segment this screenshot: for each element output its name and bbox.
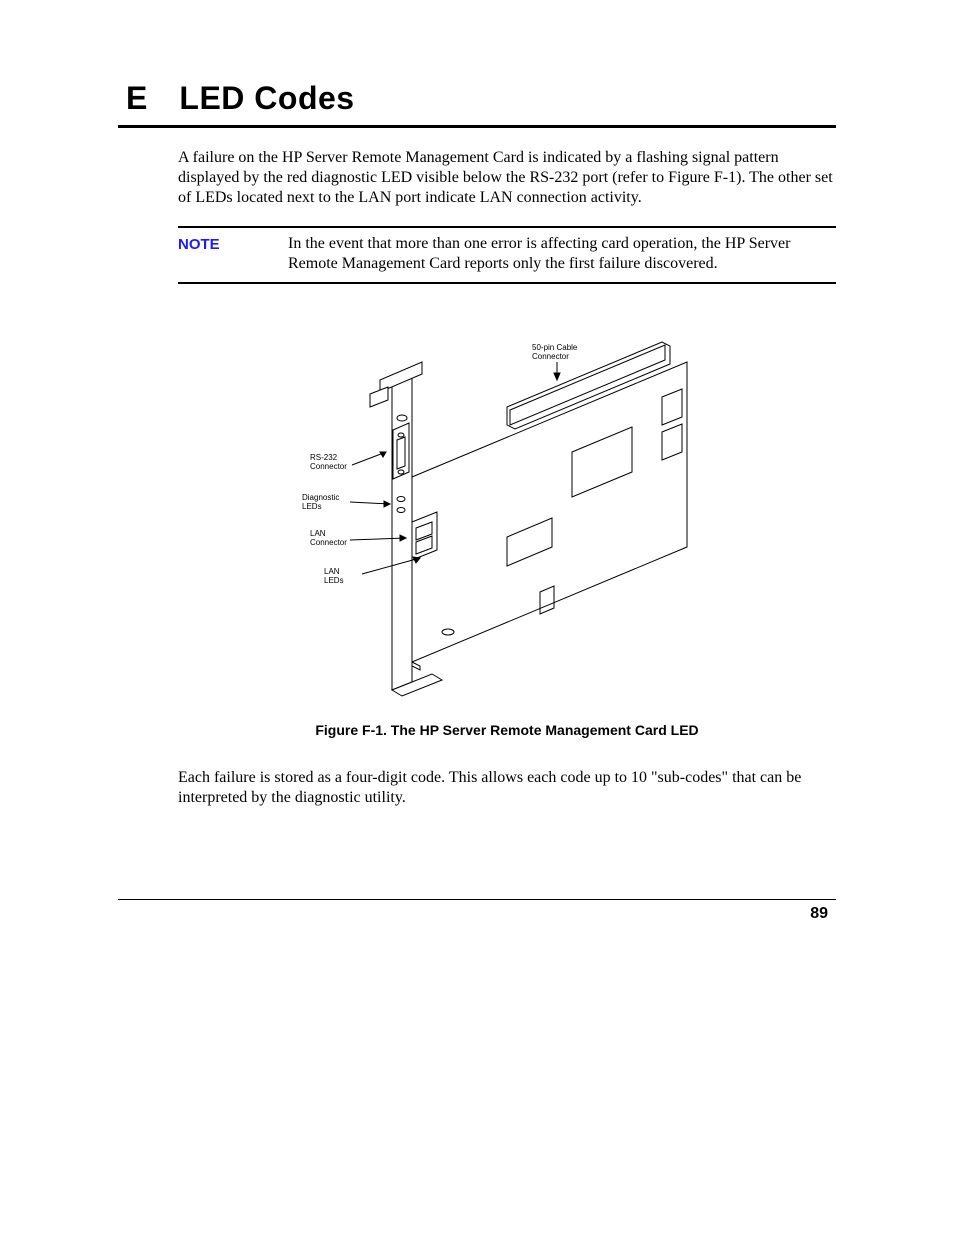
document-page: E LED Codes A failure on the HP Server R… [0,0,954,1235]
figure-container: 50-pin CableConnector RS-232Connector Di… [178,302,836,708]
note-box: NOTE In the event that more than one err… [178,226,836,284]
label-50pin-cable: 50-pin CableConnector [532,343,578,361]
note-label: NOTE [178,234,288,255]
figure-caption: Figure F-1. The HP Server Remote Managem… [178,722,836,740]
body-content: A failure on the HP Server Remote Manage… [178,148,836,808]
title-rule [118,125,836,128]
footer-rule [118,899,836,900]
chapter-heading: E LED Codes [118,80,836,117]
label-diagnostic-leds: DiagnosticLEDs [302,493,339,511]
chapter-title-text: LED Codes [179,80,354,116]
note-text: In the event that more than one error is… [288,234,836,274]
card-diagram-icon: 50-pin CableConnector RS-232Connector Di… [292,302,722,702]
intro-paragraph: A failure on the HP Server Remote Manage… [178,148,836,208]
page-number: 89 [810,905,828,923]
appendix-letter: E [126,80,170,117]
label-rs232: RS-232Connector [310,453,347,471]
paragraph-after-figure: Each failure is stored as a four-digit c… [178,768,836,808]
label-lan-connector: LANConnector [310,529,347,547]
label-lan-leds: LANLEDs [324,567,344,585]
